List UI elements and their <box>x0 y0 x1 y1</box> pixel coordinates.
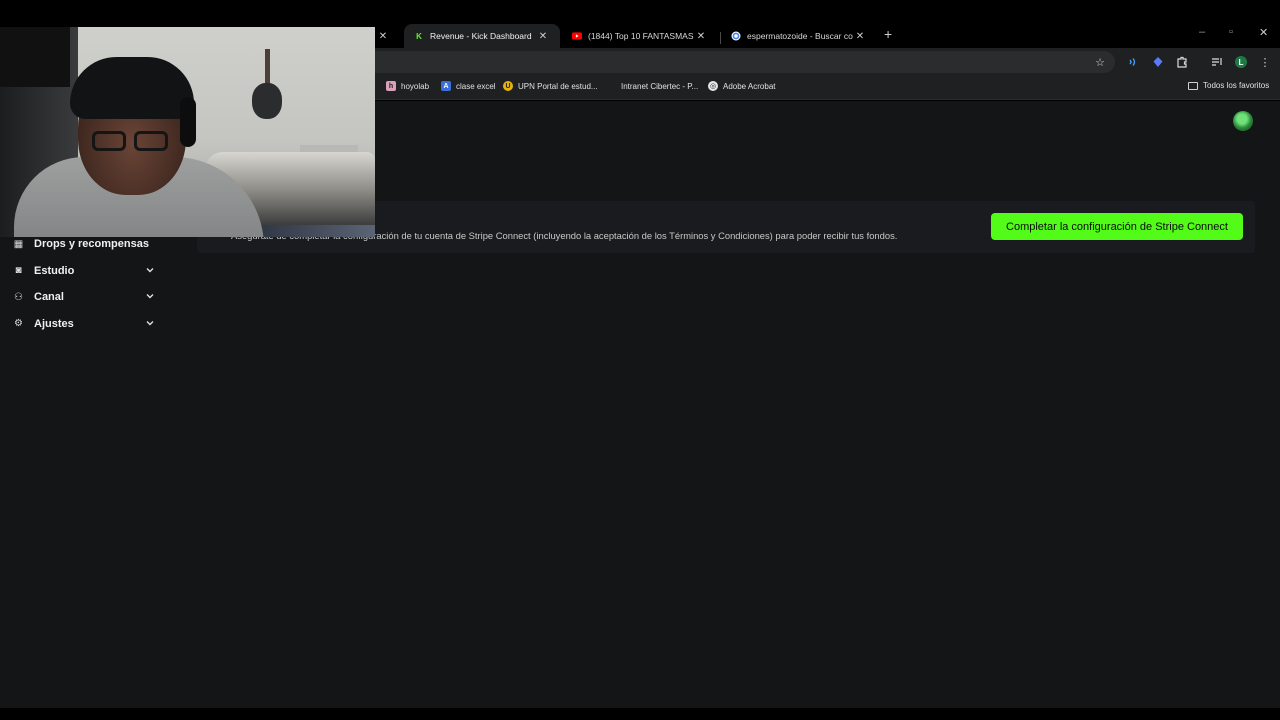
bookmark-label: clase excel <box>456 81 496 91</box>
channel-icon: ⚇ <box>14 291 23 303</box>
close-tab-icon[interactable]: ✕ <box>376 31 390 42</box>
tab-title: (1844) Top 10 FANTASMAS Cap <box>588 31 694 41</box>
all-favorites-folder[interactable]: Todos los favoritos <box>1188 81 1269 90</box>
browser-tab-youtube[interactable]: (1844) Top 10 FANTASMAS Cap ✕ <box>562 24 718 48</box>
webcam-blanket <box>250 225 375 237</box>
youtube-icon <box>572 31 582 41</box>
sidebar-item-label: Drops y recompensas <box>34 238 149 251</box>
all-favorites-label: Todos los favoritos <box>1203 81 1270 90</box>
webcam-person-hair <box>70 57 194 119</box>
new-tab-button[interactable]: + <box>884 26 892 42</box>
address-bar[interactable] <box>300 51 1115 73</box>
cibertec-icon <box>606 81 616 91</box>
webcam-guitar-neck <box>265 49 270 87</box>
webcam-glasses-right <box>134 131 168 151</box>
sidebar-item-estudio[interactable]: ◙ Estudio <box>0 258 170 285</box>
bookmark-adobe-acrobat[interactable]: ◎ Adobe Acrobat <box>708 81 775 91</box>
acrobat-icon: ◎ <box>708 81 718 91</box>
studio-icon: ◙ <box>15 265 22 277</box>
extension-shield-icon[interactable] <box>1151 55 1165 69</box>
close-window-button[interactable]: ✕ <box>1259 26 1268 39</box>
kick-logo-icon: K <box>416 31 422 41</box>
webcam-poster <box>0 27 70 87</box>
close-tab-icon[interactable]: ✕ <box>536 31 550 42</box>
chevron-down-icon[interactable] <box>146 292 154 300</box>
gift-icon: ▦ <box>13 238 24 250</box>
profile-avatar[interactable]: L <box>1235 56 1247 68</box>
google-icon <box>731 31 741 41</box>
chevron-down-icon[interactable] <box>146 266 154 274</box>
read-aloud-icon[interactable] <box>1126 55 1140 69</box>
sidebar-item-canal[interactable]: ⚇ Canal <box>0 284 170 311</box>
bookmark-label: Adobe Acrobat <box>723 81 776 91</box>
webcam-overlay <box>0 27 375 237</box>
upn-icon: U <box>503 81 513 91</box>
bottom-letterbox <box>0 708 1280 720</box>
bookmark-upn-portal[interactable]: U UPN Portal de estud... <box>503 81 598 91</box>
close-tab-icon[interactable]: ✕ <box>694 31 708 42</box>
dashboard-sidebar: ▦ Drops y recompensas ◙ Estudio ⚇ Canal … <box>0 231 170 337</box>
browser-tab-kick-dashboard[interactable]: K Revenue - Kick Dashboard ✕ <box>404 24 560 48</box>
bookmark-label: UPN Portal de estud... <box>518 81 598 91</box>
folder-icon <box>1188 81 1198 90</box>
bookmark-intranet-cibertec[interactable]: Intranet Cibertec - P... <box>606 81 698 91</box>
media-queue-icon[interactable] <box>1210 55 1224 69</box>
close-tab-icon[interactable]: ✕ <box>853 31 867 42</box>
chevron-down-icon[interactable] <box>146 319 154 327</box>
browser-tab-google[interactable]: espermatozoide - Buscar con G ✕ <box>721 24 877 48</box>
complete-stripe-setup-button[interactable]: Completar la configuración de Stripe Con… <box>991 213 1243 240</box>
sidebar-item-label: Estudio <box>34 264 75 277</box>
more-menu-icon[interactable]: ⋮ <box>1258 55 1272 69</box>
extensions-puzzle-icon[interactable] <box>1175 55 1189 69</box>
minimize-button[interactable]: – <box>1199 26 1205 38</box>
bookmark-star-icon[interactable]: ☆ <box>1093 55 1107 69</box>
user-avatar[interactable] <box>1233 111 1253 131</box>
restore-button[interactable]: ▫ <box>1229 26 1233 38</box>
bookmark-hoyolab[interactable]: h hoyolab <box>386 81 429 91</box>
gear-icon: ⚙ <box>14 318 23 330</box>
sidebar-item-ajustes[interactable]: ⚙ Ajustes <box>0 311 170 338</box>
bookmark-clase-excel[interactable]: A clase excel <box>441 81 496 91</box>
hoyolab-icon: h <box>386 81 396 91</box>
sidebar-item-label: Ajustes <box>34 317 74 330</box>
docs-icon: A <box>441 81 451 91</box>
webcam-glasses-left <box>92 131 126 151</box>
webcam-headset <box>180 97 196 147</box>
sidebar-item-label: Canal <box>34 291 64 304</box>
bookmark-label: hoyolab <box>401 81 430 91</box>
bookmark-label: Intranet Cibertec - P... <box>621 81 699 91</box>
tab-title: espermatozoide - Buscar con G <box>747 31 853 41</box>
webcam-guitar-body <box>252 83 282 119</box>
tab-title: Revenue - Kick Dashboard <box>430 31 532 41</box>
